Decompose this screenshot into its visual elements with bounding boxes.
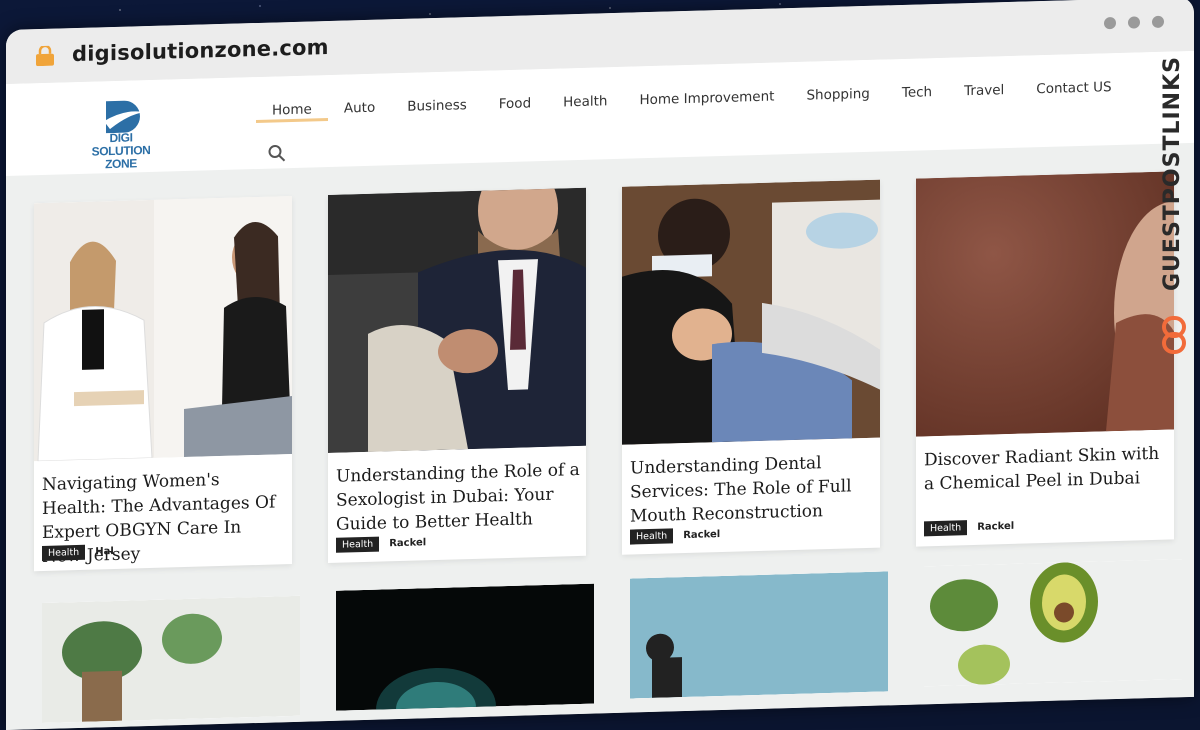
watermark: GUESTPOSTLINKS bbox=[1154, 56, 1194, 356]
post-image bbox=[42, 595, 300, 723]
post-image bbox=[336, 583, 594, 711]
logo-line-2: ZONE bbox=[105, 156, 137, 172]
nav-shopping[interactable]: Shopping bbox=[790, 85, 885, 108]
nav-home-improvement[interactable]: Home Improvement bbox=[623, 88, 790, 113]
post-grid: Navigating Women's Health: The Advantage… bbox=[34, 171, 1194, 723]
post-image bbox=[924, 559, 1182, 687]
site-logo[interactable]: DIGI SOLUTION ZONE bbox=[84, 98, 158, 171]
post-image bbox=[630, 571, 888, 699]
post-image bbox=[916, 171, 1174, 437]
watermark-text: GUESTPOSTLINKS bbox=[1160, 56, 1185, 291]
post-title[interactable]: Understanding Dental Services: The Role … bbox=[630, 450, 874, 529]
post-card[interactable] bbox=[42, 595, 300, 723]
post-image bbox=[328, 187, 586, 454]
post-author[interactable]: Rackel bbox=[389, 537, 426, 549]
post-image bbox=[34, 196, 292, 462]
nav-health[interactable]: Health bbox=[547, 93, 623, 115]
window-dot-icon[interactable] bbox=[1152, 15, 1164, 28]
post-card[interactable] bbox=[630, 571, 888, 699]
nav-travel[interactable]: Travel bbox=[948, 82, 1020, 104]
logo-text: DIGI SOLUTION ZONE bbox=[84, 130, 158, 172]
nav-contact-us[interactable]: Contact US bbox=[1020, 79, 1127, 102]
window-controls bbox=[1104, 15, 1164, 30]
post-author[interactable]: Hal bbox=[95, 546, 114, 558]
post-title[interactable]: Understanding the Role of a Sexologist i… bbox=[336, 458, 580, 537]
nav-food[interactable]: Food bbox=[483, 95, 547, 117]
post-meta: Health Rackel bbox=[630, 527, 720, 545]
logo-mark-icon bbox=[104, 100, 144, 134]
post-card[interactable] bbox=[336, 583, 594, 711]
post-meta: Health Rackel bbox=[336, 535, 426, 553]
post-meta: Health Hal bbox=[42, 544, 114, 561]
post-card[interactable]: Navigating Women's Health: The Advantage… bbox=[34, 196, 292, 572]
category-badge[interactable]: Health bbox=[336, 536, 380, 553]
search-icon[interactable] bbox=[268, 144, 286, 163]
post-author[interactable]: Rackel bbox=[977, 521, 1014, 533]
post-title[interactable]: Discover Radiant Skin with a Chemical Pe… bbox=[924, 442, 1168, 497]
post-image bbox=[622, 179, 880, 445]
post-card[interactable]: Understanding the Role of a Sexologist i… bbox=[328, 187, 586, 564]
post-meta: Health Rackel bbox=[924, 519, 1014, 537]
nav-auto[interactable]: Auto bbox=[328, 99, 391, 121]
post-card[interactable]: Understanding Dental Services: The Role … bbox=[622, 179, 880, 555]
link-icon bbox=[1162, 316, 1186, 354]
logo-line-1: DIGI SOLUTION bbox=[91, 130, 151, 159]
browser-window: digisolutionzone.com DIGI SOLUTION ZONE … bbox=[6, 0, 1194, 730]
address-bar-url[interactable]: digisolutionzone.com bbox=[72, 35, 329, 66]
category-badge[interactable]: Health bbox=[42, 544, 86, 561]
nav-business[interactable]: Business bbox=[391, 97, 483, 120]
window-dot-icon[interactable] bbox=[1128, 16, 1140, 29]
window-dot-icon[interactable] bbox=[1104, 16, 1116, 30]
post-card[interactable]: Discover Radiant Skin with a Chemical Pe… bbox=[916, 171, 1174, 547]
main-nav: Home Auto Business Food Health Home Impr… bbox=[256, 79, 1128, 124]
nav-tech[interactable]: Tech bbox=[886, 84, 948, 106]
post-card[interactable] bbox=[924, 559, 1182, 687]
web-page: DIGI SOLUTION ZONE Home Auto Business Fo… bbox=[6, 50, 1194, 730]
lock-icon bbox=[36, 45, 54, 67]
post-author[interactable]: Rackel bbox=[683, 529, 720, 541]
category-badge[interactable]: Health bbox=[924, 520, 968, 537]
category-badge[interactable]: Health bbox=[630, 528, 674, 545]
nav-home[interactable]: Home bbox=[256, 101, 328, 124]
